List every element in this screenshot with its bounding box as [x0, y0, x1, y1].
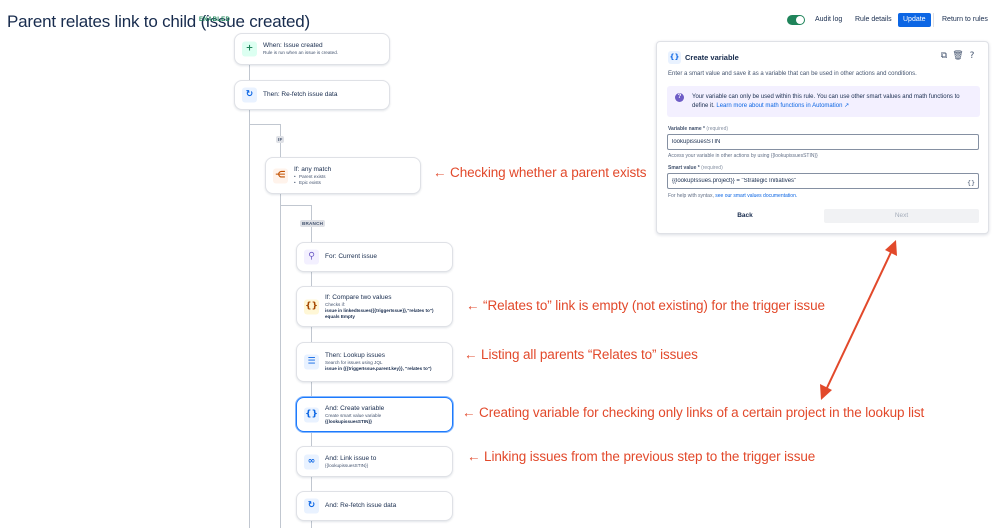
update-button[interactable]: Update [898, 13, 931, 27]
refetch-title: Then: Re-fetch issue data [263, 91, 338, 98]
link-icon: ∞ [304, 454, 319, 469]
trigger-title: When: Issue created [263, 42, 323, 49]
rule-details-button[interactable]: Rule details [855, 13, 892, 27]
lookup-title: Then: Lookup issues [325, 352, 385, 359]
annotation-parent-exists: ← Checking whether a parent exists [433, 165, 647, 180]
create-variable-detail: {{lookupissuesSTIN}} [325, 418, 372, 424]
branch-tree-icon: ⚲ [304, 249, 319, 265]
panel-title: Create variable [685, 53, 739, 62]
copy-icon[interactable]: ⧉ [938, 50, 950, 62]
math-functions-link[interactable]: Learn more about math functions in Autom… [716, 103, 849, 109]
list-icon: ☰ [304, 354, 319, 370]
compare-card[interactable]: {} If: Compare two values Checks if: iss… [296, 286, 453, 327]
next-button[interactable]: Next [824, 209, 979, 223]
if-tag: IF [276, 136, 285, 143]
branch-icon: ⋲ [273, 168, 288, 183]
variable-name-input[interactable] [667, 134, 979, 150]
braces-icon: {} [668, 51, 681, 64]
flow-line-main [249, 64, 250, 528]
question-icon: ? [675, 93, 684, 102]
refresh-icon: ↻ [304, 498, 319, 514]
smart-value-help: For help with syntax, see our smart valu… [668, 193, 797, 199]
smart-values-docs-link[interactable]: see our smart values documentation. [715, 193, 797, 199]
header-divider [933, 13, 934, 27]
required-hint: (required) [701, 165, 723, 171]
lookup-detail: issue in ({{triggerIssue.parent.key}}, "… [325, 366, 432, 371]
return-to-rules-button[interactable]: Return to rules [942, 13, 988, 27]
for-current-title: For: Current issue [325, 253, 378, 260]
annotation-linking-issues: ← Linking issues from the previous step … [467, 449, 816, 464]
braces-icon: {} [304, 299, 319, 314]
page-title: Parent relates link to child (issue crea… [7, 12, 311, 31]
info-box: ? Your variable can only be used within … [667, 86, 980, 117]
status-badge: ENABLED [199, 17, 231, 23]
smart-value-label-text: Smart value * [668, 165, 700, 171]
required-hint: (required) [706, 126, 729, 132]
compare-title: If: Compare two values [325, 293, 392, 301]
help-icon[interactable]: ? [966, 50, 978, 62]
smart-value-help-text: For help with syntax, [668, 193, 714, 199]
smart-value-label: Smart value * (required) [668, 165, 723, 171]
smart-value-input[interactable] [667, 173, 979, 189]
variable-name-label: Variable name * (required) [668, 126, 728, 132]
link-issue-title: And: Link issue to [325, 454, 377, 462]
panel-description: Enter a smart value and save it as a var… [668, 71, 917, 77]
audit-log-button[interactable]: Audit log [815, 13, 842, 27]
flow-line-if-branch [249, 124, 281, 125]
create-variable-panel: {} Create variable ⧉ 🗑 ? Enter a smart v… [656, 41, 989, 234]
trigger-card[interactable]: + When: Issue created Rule is run when a… [234, 33, 390, 65]
any-match-card[interactable]: ⋲ If: any match Parent exists Epic exist… [265, 157, 421, 194]
annotation-listing-parents: ← Listing all parents “Relates to” issue… [464, 347, 698, 362]
create-variable-title: And: Create variable [325, 404, 385, 412]
annotation-relates-empty: ← “Relates to” link is empty (not existi… [466, 298, 825, 313]
refetch2-title: And: Re-fetch issue data [325, 502, 397, 509]
refetch-card[interactable]: ↻ Then: Re-fetch issue data [234, 80, 390, 110]
variable-name-help: Access your variable in other actions by… [668, 153, 818, 159]
refresh-icon: ↻ [242, 87, 257, 103]
braces-icon: {} [304, 407, 319, 422]
plus-icon: + [242, 41, 257, 57]
enabled-toggle[interactable] [787, 15, 805, 25]
smart-value-braces-icon[interactable]: {} [967, 179, 975, 187]
trash-icon[interactable]: 🗑 [952, 50, 964, 62]
any-match-title: If: any match [294, 165, 332, 173]
branch-tag: BRANCH [300, 220, 326, 227]
for-current-card[interactable]: ⚲ For: Current issue [296, 242, 453, 272]
any-match-item: Epic exists [294, 180, 414, 186]
refetch-card-2[interactable]: ↻ And: Re-fetch issue data [296, 491, 453, 521]
annotation-creating-variable: ← Creating variable for checking only li… [462, 405, 925, 420]
trigger-sub: Rule is run when an issue is created. [263, 50, 339, 55]
create-variable-card[interactable]: {} And: Create variable Create smart val… [296, 397, 453, 432]
compare-detail: issue in linkedIssues({{triggerIssue}},"… [325, 307, 434, 319]
variable-name-label-text: Variable name * [668, 126, 705, 132]
link-issue-card[interactable]: ∞ And: Link issue to {{lookupissuesSTIN}… [296, 446, 453, 477]
lookup-card[interactable]: ☰ Then: Lookup issues Search for issues … [296, 342, 453, 382]
back-button[interactable]: Back [667, 209, 823, 223]
flow-line-branch [280, 205, 312, 206]
link-issue-sub: {{lookupissuesSTIN}} [325, 462, 369, 468]
